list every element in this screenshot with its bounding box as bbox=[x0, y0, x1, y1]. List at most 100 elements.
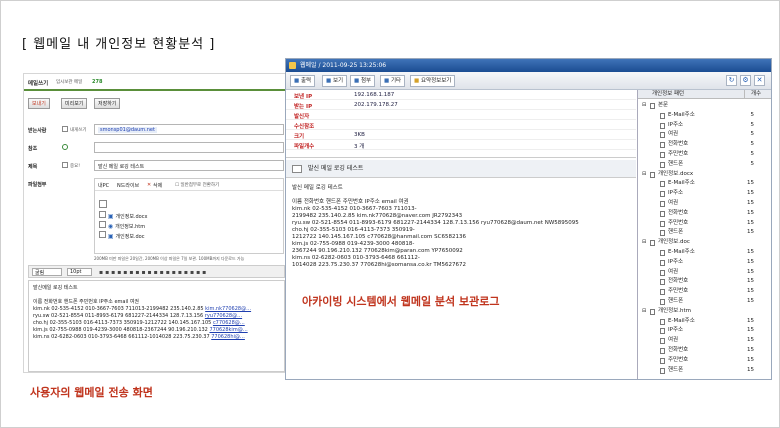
subject-field[interactable]: 발신 메일 로깅 테스트 bbox=[94, 160, 284, 171]
attach-note[interactable]: ☐ 일반첨부로 전환하기 bbox=[175, 182, 219, 188]
body-line: 1014028 223.75.230.37 770628hi@somansa.c… bbox=[292, 262, 467, 268]
tab-ndrive[interactable]: N드라이브 bbox=[117, 182, 139, 189]
user-screen-caption: 사용자의 웹메일 전송 화면 bbox=[30, 386, 153, 399]
tree-label: 주민번호 bbox=[668, 151, 689, 157]
subject-value: 발신 메일 로깅 테스트 bbox=[98, 164, 145, 170]
editor-body[interactable]: 발신메일 로깅 테스트 이름 전화번호 핸드폰 주민번호 IP주소 email … bbox=[28, 280, 285, 372]
tree-item[interactable]: IP주소 15 bbox=[638, 326, 771, 335]
pattern-icon bbox=[660, 259, 665, 266]
tree-item[interactable]: E-Mail주소 15 bbox=[638, 179, 771, 188]
tree-header-count[interactable]: 개수 bbox=[744, 90, 771, 99]
pattern-icon bbox=[660, 299, 665, 305]
archive-toolbar: ■ 출력 ■ 보기 ■ 첨부 ■ 기타 ■ 요약정보보기 ↻ ⚙ ✕ bbox=[286, 72, 771, 90]
cc-label: 참조 bbox=[28, 146, 38, 152]
saved-count: 278 bbox=[92, 79, 103, 85]
document-icon bbox=[650, 103, 655, 109]
refresh-icon[interactable]: ↻ bbox=[726, 75, 737, 86]
tree-item[interactable]: 주민번호 15 bbox=[638, 287, 771, 296]
editor-toolbar: 굴림 10pt ▪▪▪▪▪▪▪▪▪▪▪▪▪▪▪▪▪▪ bbox=[28, 265, 285, 278]
tree-item[interactable]: 전화번호 15 bbox=[638, 346, 771, 355]
to-field[interactable]: smonsp01@daum.net bbox=[94, 124, 284, 135]
tree-item[interactable]: 여권 15 bbox=[638, 199, 771, 208]
font-select[interactable]: 굴림 bbox=[32, 268, 62, 276]
tree-item[interactable]: 전화번호 15 bbox=[638, 209, 771, 218]
email-link[interactable]: 770628hi@… bbox=[211, 334, 245, 340]
message-body: 발신 메일 로깅 테스트 이름 전화번호 핸드폰 주민번호 IP주소 email… bbox=[292, 185, 632, 269]
view-button[interactable]: ■ 보기 bbox=[322, 75, 348, 87]
file-row[interactable]: ◉ 개인정보.htm bbox=[99, 221, 145, 230]
print-button[interactable]: ■ 출력 bbox=[290, 75, 316, 87]
important-checkbox[interactable] bbox=[62, 162, 68, 168]
format-icons[interactable]: ▪▪▪▪▪▪▪▪▪▪▪▪▪▪▪▪▪▪ bbox=[99, 269, 208, 276]
expand-icon[interactable]: ⊟ bbox=[642, 170, 646, 179]
body-line: 발신 메일 로깅 테스트 bbox=[292, 185, 343, 191]
tree-item[interactable]: 핸드폰 15 bbox=[638, 366, 771, 375]
summary-button[interactable]: ■ 요약정보보기 bbox=[410, 75, 456, 87]
email-link[interactable]: 770628kim@… bbox=[209, 327, 247, 333]
view-icon: ■ bbox=[326, 78, 332, 84]
meta-row: 보낸 IP 192.168.1.187 bbox=[286, 92, 636, 100]
cc-add-icon[interactable] bbox=[62, 144, 68, 150]
body-line: ryu.sw 02-521-8554 011-8993-6179 681227-… bbox=[33, 313, 204, 319]
attach-delete-button[interactable]: 삭제 bbox=[153, 182, 162, 189]
tree-label: 주민번호 bbox=[668, 356, 689, 363]
close-icon[interactable]: ✕ bbox=[754, 75, 765, 86]
file-row[interactable]: ▣ 개인정보.doc bbox=[99, 231, 145, 240]
tree-item[interactable]: IP주소 15 bbox=[638, 189, 771, 198]
expand-icon[interactable]: ⊟ bbox=[642, 101, 646, 110]
select-all-checkbox[interactable] bbox=[99, 200, 107, 208]
pattern-icon bbox=[660, 112, 665, 119]
tree-item[interactable]: E-Mail주소 15 bbox=[638, 248, 771, 257]
tree-item[interactable]: 주민번호 5 bbox=[638, 150, 771, 159]
archive-window: 웹메일 / 2011-09-25 13:25:06 ■ 출력 ■ 보기 ■ 첨부… bbox=[285, 58, 772, 380]
settings-icon[interactable]: ⚙ bbox=[740, 75, 751, 86]
tree-item[interactable]: 핸드폰 15 bbox=[638, 228, 771, 237]
cc-field[interactable] bbox=[94, 142, 284, 153]
expand-icon[interactable]: ⊟ bbox=[642, 238, 646, 247]
tree-label: 전화번호 bbox=[668, 278, 689, 285]
body-line bbox=[292, 192, 632, 199]
save-button[interactable]: 저장하기 bbox=[94, 98, 121, 109]
tree-item[interactable]: E-Mail주소 15 bbox=[638, 317, 771, 326]
tree-count: 15 bbox=[747, 288, 754, 295]
tree-item[interactable]: 전화번호 15 bbox=[638, 277, 771, 286]
expand-icon[interactable]: ⊟ bbox=[642, 307, 646, 316]
recipient-chip[interactable]: smonsp01@daum.net bbox=[98, 127, 157, 133]
email-link[interactable]: ryu770628@… bbox=[205, 313, 242, 319]
tab-mypc[interactable]: 내PC bbox=[98, 182, 109, 189]
tree-item[interactable]: 핸드폰 15 bbox=[638, 297, 771, 306]
tree-item[interactable]: IP주소 5 bbox=[638, 121, 771, 130]
etc-button[interactable]: ■ 기타 bbox=[380, 75, 406, 87]
tree-group[interactable]: ⊟ 개인정보.docx bbox=[638, 170, 771, 179]
tree-item[interactable]: 여권 15 bbox=[638, 268, 771, 277]
preview-button[interactable]: 미리보기 bbox=[61, 98, 88, 109]
tree-item[interactable]: 전화번호 5 bbox=[638, 140, 771, 149]
attachment-button[interactable]: ■ 첨부 bbox=[350, 75, 376, 87]
tree-count: 5 bbox=[750, 111, 755, 118]
tree-item[interactable]: IP주소 15 bbox=[638, 258, 771, 267]
message-subject-bar: 발신 메일 로깅 테스트 bbox=[286, 160, 636, 178]
tree-item[interactable]: E-Mail주소 5 bbox=[638, 111, 771, 120]
tree-count: 15 bbox=[747, 278, 754, 285]
tree-item[interactable]: 주민번호 15 bbox=[638, 356, 771, 365]
tree-group[interactable]: ⊟ 개인정보.doc bbox=[638, 238, 771, 247]
meta-key: 발신자 bbox=[294, 114, 310, 120]
tree-item[interactable]: 여권 5 bbox=[638, 130, 771, 139]
tree-item[interactable]: 여권 15 bbox=[638, 336, 771, 345]
word-file-icon: ▣ bbox=[107, 213, 114, 220]
tree-item[interactable]: 핸드폰 5 bbox=[638, 160, 771, 169]
send-button[interactable]: 보내기 bbox=[28, 98, 50, 109]
pattern-icon bbox=[660, 269, 665, 276]
tree-group[interactable]: ⊟ 개인정보.htm bbox=[638, 307, 771, 316]
archive-caption: 아카이빙 시스템에서 웹메일 분석 보관로그 bbox=[302, 295, 500, 308]
delete-icon[interactable]: ✕ bbox=[147, 182, 151, 188]
tree-header-pattern[interactable]: 개인정보 패턴 bbox=[638, 90, 744, 99]
self-checkbox[interactable] bbox=[62, 126, 68, 132]
size-select[interactable]: 10pt bbox=[67, 268, 92, 276]
tree-item[interactable]: 주민번호 15 bbox=[638, 219, 771, 228]
document-icon bbox=[650, 308, 655, 315]
file-row[interactable]: ▣ 개인정보.docx bbox=[99, 211, 147, 220]
email-link[interactable]: kim.nk770628@… bbox=[205, 306, 251, 312]
tree-group[interactable]: ⊟ 본문 bbox=[638, 101, 771, 110]
email-link[interactable]: c770628@… bbox=[213, 320, 245, 326]
